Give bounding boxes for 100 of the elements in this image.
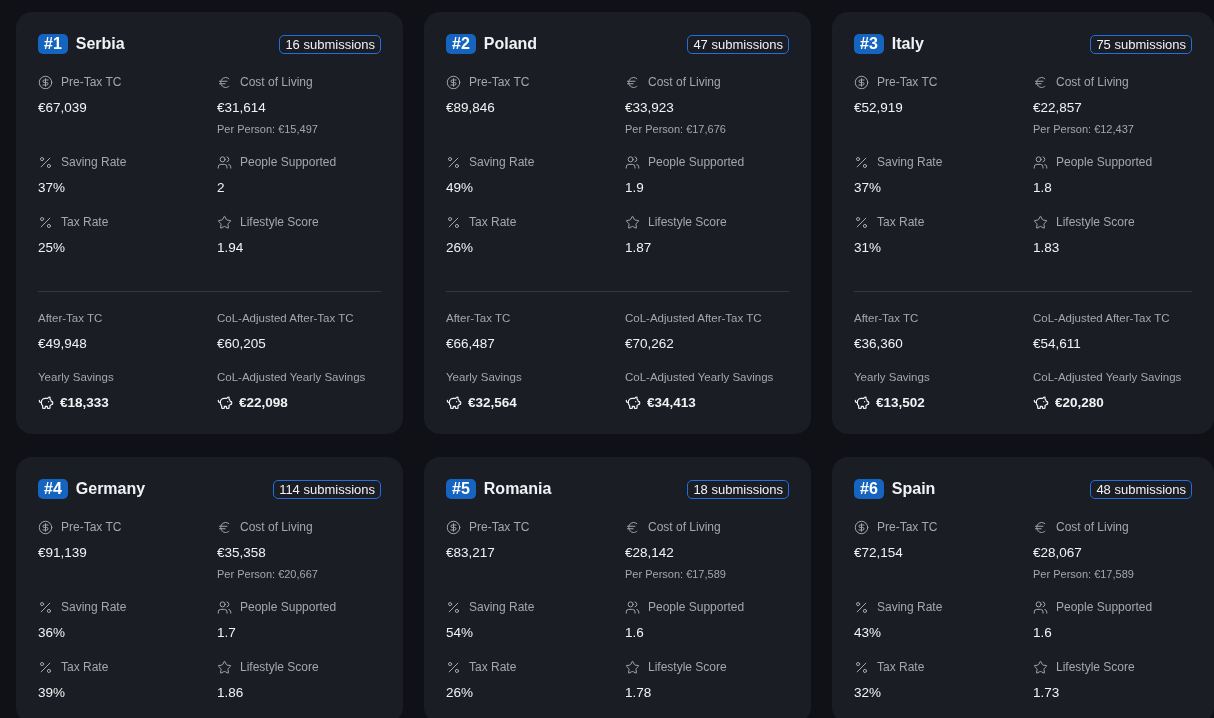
stat-value: €22,857 (1033, 100, 1083, 116)
stat-value: €83,217 (446, 545, 496, 561)
stat-value: €33,923 (625, 100, 675, 116)
star-icon (1033, 214, 1048, 230)
stat-label: Saving Rate (877, 600, 943, 614)
submissions-badge: 114 submissions (273, 479, 381, 499)
stat-value: €22,098 (239, 394, 288, 412)
percent-icon (446, 154, 461, 170)
stat-label: Cost of Living (1056, 520, 1129, 534)
stat-value: €36,360 (854, 335, 904, 353)
piggy-bank-icon (1033, 395, 1049, 411)
stat-label: People Supported (1056, 155, 1153, 169)
stat-value: €70,262 (625, 335, 675, 353)
stat-value: €72,154 (854, 545, 904, 561)
stat-label: Lifestyle Score (1056, 215, 1135, 229)
stat-value: 1.86 (217, 685, 245, 701)
rank-badge: #5 (446, 479, 476, 499)
stat-value: 49% (446, 180, 475, 196)
stat-value: €18,333 (60, 394, 109, 412)
rank-badge: #3 (854, 34, 884, 54)
percent-icon (446, 599, 461, 615)
dollar-circle-icon (38, 74, 53, 90)
stat-label: Pre-Tax TC (61, 520, 122, 534)
stat-label: CoL-Adjusted After-Tax TC (217, 311, 355, 326)
dollar-circle-icon (38, 519, 53, 535)
stat-label: People Supported (648, 600, 745, 614)
rank-badge: #1 (38, 34, 68, 54)
percent-icon (38, 154, 53, 170)
stat-label: CoL-Adjusted After-Tax TC (625, 311, 763, 326)
stat-value: 1.87 (625, 240, 653, 256)
stat-label: Saving Rate (469, 600, 535, 614)
stat-value: 1.8 (1033, 180, 1053, 196)
stat-value: 54% (446, 625, 475, 641)
people-icon (1033, 599, 1048, 615)
stat-label: Cost of Living (240, 520, 313, 534)
stat-label: After-Tax TC (38, 311, 104, 326)
percent-icon (854, 659, 869, 675)
stat-label: Lifestyle Score (648, 215, 727, 229)
stat-label: Cost of Living (648, 520, 721, 534)
stat-value: 25% (38, 240, 67, 256)
stat-value: €89,846 (446, 100, 496, 116)
per-person-note: Per Person: €17,589 (1033, 567, 1135, 581)
people-icon (625, 599, 640, 615)
percent-icon (854, 599, 869, 615)
star-icon (625, 659, 640, 675)
euro-icon (217, 519, 232, 535)
stat-label: Cost of Living (648, 75, 721, 89)
stat-label: CoL-Adjusted Yearly Savings (625, 370, 775, 385)
submissions-badge: 18 submissions (687, 479, 789, 499)
dollar-circle-icon (854, 519, 869, 535)
country-name: Spain (891, 480, 936, 498)
submissions-badge: 16 submissions (279, 34, 381, 54)
stat-value: €35,358 (217, 545, 267, 561)
stat-value: 1.6 (625, 625, 645, 641)
country-name: Germany (75, 480, 146, 498)
stat-label: Yearly Savings (38, 370, 115, 385)
stat-label: After-Tax TC (854, 311, 920, 326)
euro-icon (1033, 74, 1048, 90)
stat-value: €52,919 (854, 100, 904, 116)
stat-value: 43% (854, 625, 883, 641)
stat-value: €34,413 (647, 394, 696, 412)
people-icon (217, 599, 232, 615)
stat-label: Pre-Tax TC (877, 520, 938, 534)
stat-label: Tax Rate (469, 660, 517, 674)
stat-label: Pre-Tax TC (61, 75, 122, 89)
dollar-circle-icon (446, 519, 461, 535)
stat-label: Saving Rate (469, 155, 535, 169)
stat-value: 1.83 (1033, 240, 1061, 256)
dollar-circle-icon (854, 74, 869, 90)
stat-value: 1.73 (1033, 685, 1061, 701)
stat-value: €20,280 (1055, 394, 1104, 412)
stat-label: Tax Rate (61, 660, 109, 674)
stat-value: 1.78 (625, 685, 653, 701)
star-icon (625, 214, 640, 230)
euro-icon (625, 74, 640, 90)
stat-label: Cost of Living (240, 75, 313, 89)
percent-icon (38, 659, 53, 675)
stat-value: €67,039 (38, 100, 88, 116)
stat-label: Pre-Tax TC (877, 75, 938, 89)
people-icon (217, 154, 232, 170)
stat-label: People Supported (1056, 600, 1153, 614)
stat-label: Yearly Savings (854, 370, 931, 385)
stat-label: Lifestyle Score (240, 660, 319, 674)
piggy-bank-icon (217, 395, 233, 411)
stat-value: €28,142 (625, 545, 675, 561)
stat-label: People Supported (240, 600, 337, 614)
stat-value: 37% (854, 180, 883, 196)
stat-label: Tax Rate (877, 215, 925, 229)
star-icon (1033, 659, 1048, 675)
percent-icon (446, 214, 461, 230)
stat-value: 26% (446, 685, 475, 701)
stat-value: €49,948 (38, 335, 88, 353)
rank-badge: #2 (446, 34, 476, 54)
stat-label: CoL-Adjusted Yearly Savings (217, 370, 367, 385)
stat-label: Tax Rate (469, 215, 517, 229)
stat-value: 31% (854, 240, 883, 256)
percent-icon (38, 599, 53, 615)
stat-value: 1.9 (625, 180, 645, 196)
stat-value: €32,564 (468, 394, 517, 412)
star-icon (217, 659, 232, 675)
